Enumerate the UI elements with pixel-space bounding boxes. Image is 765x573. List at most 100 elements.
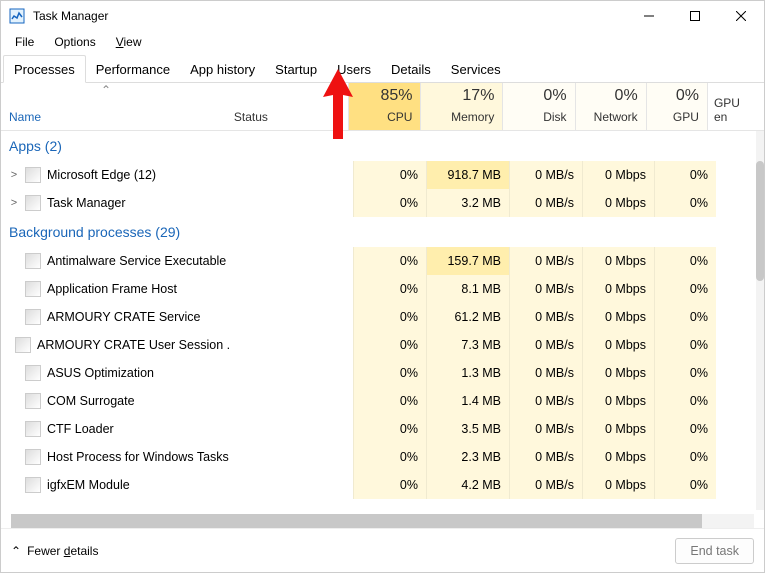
tab-processes[interactable]: Processes xyxy=(3,55,86,83)
tab-users[interactable]: Users xyxy=(327,56,381,82)
column-disk[interactable]: 0% Disk xyxy=(502,83,574,130)
group-background[interactable]: Background processes (29) xyxy=(1,217,754,247)
tab-services[interactable]: Services xyxy=(441,56,511,82)
cell-name: CTF Loader xyxy=(1,421,231,437)
cell-name: > Task Manager xyxy=(1,195,231,211)
cell-gpu: 0% xyxy=(654,471,716,499)
cell-disk: 0 MB/s xyxy=(509,247,582,275)
cell-name: igfxEM Module xyxy=(1,477,231,493)
cell-disk: 0 MB/s xyxy=(509,303,582,331)
cell-name: ARMOURY CRATE User Session ... xyxy=(1,337,231,353)
cell-cpu: 0% xyxy=(353,303,426,331)
task-manager-window: Task Manager File Options View Processes… xyxy=(0,0,765,573)
expand-icon[interactable]: > xyxy=(9,197,19,209)
cpu-usage-pct: 85% xyxy=(380,87,412,105)
tab-startup[interactable]: Startup xyxy=(265,56,327,82)
cpu-label: CPU xyxy=(387,110,412,124)
cell-gpu: 0% xyxy=(654,415,716,443)
network-label: Network xyxy=(594,110,638,124)
cell-memory: 918.7 MB xyxy=(426,161,509,189)
gpu-label: GPU xyxy=(673,110,699,124)
memory-label: Memory xyxy=(451,110,494,124)
cell-memory: 2.3 MB xyxy=(426,443,509,471)
cell-network: 0 Mbps xyxy=(582,443,654,471)
column-status[interactable]: Status xyxy=(228,83,348,130)
cell-cpu: 0% xyxy=(353,471,426,499)
end-task-button[interactable]: End task xyxy=(675,538,754,564)
process-row[interactable]: ARMOURY CRATE Service 0% 61.2 MB 0 MB/s … xyxy=(1,303,754,331)
menu-file[interactable]: File xyxy=(7,33,42,51)
process-row[interactable]: Host Process for Windows Tasks 0% 2.3 MB… xyxy=(1,443,754,471)
horizontal-scrollbar[interactable] xyxy=(11,514,754,528)
maximize-button[interactable] xyxy=(672,1,718,31)
column-gpu[interactable]: 0% GPU xyxy=(646,83,707,130)
process-row[interactable]: ASUS Optimization 0% 1.3 MB 0 MB/s 0 Mbp… xyxy=(1,359,754,387)
memory-usage-pct: 17% xyxy=(462,87,494,105)
process-row[interactable]: igfxEM Module 0% 4.2 MB 0 MB/s 0 Mbps 0% xyxy=(1,471,754,499)
process-icon xyxy=(25,421,41,437)
tab-performance[interactable]: Performance xyxy=(86,56,180,82)
process-row[interactable]: > Task Manager 0% 3.2 MB 0 MB/s 0 Mbps 0… xyxy=(1,189,754,217)
title-bar[interactable]: Task Manager xyxy=(1,1,764,31)
process-row[interactable]: Antimalware Service Executable 0% 159.7 … xyxy=(1,247,754,275)
process-row[interactable]: COM Surrogate 0% 1.4 MB 0 MB/s 0 Mbps 0% xyxy=(1,387,754,415)
menu-options[interactable]: Options xyxy=(46,33,103,51)
vertical-scroll-thumb[interactable] xyxy=(756,161,764,281)
column-cpu[interactable]: 85% CPU xyxy=(348,83,420,130)
cell-name: ARMOURY CRATE Service xyxy=(1,309,231,325)
column-gpu-engine[interactable]: GPU en xyxy=(707,83,764,130)
vertical-scrollbar[interactable] xyxy=(756,131,764,510)
network-usage-pct: 0% xyxy=(615,87,638,105)
cell-cpu: 0% xyxy=(353,387,426,415)
process-icon xyxy=(25,365,41,381)
process-name: ARMOURY CRATE User Session ... xyxy=(37,338,231,352)
cell-cpu: 0% xyxy=(353,247,426,275)
process-icon xyxy=(25,449,41,465)
menu-view[interactable]: View xyxy=(108,33,150,51)
cell-network: 0 Mbps xyxy=(582,161,654,189)
process-row[interactable]: CTF Loader 0% 3.5 MB 0 MB/s 0 Mbps 0% xyxy=(1,415,754,443)
process-row[interactable]: Application Frame Host 0% 8.1 MB 0 MB/s … xyxy=(1,275,754,303)
tab-details[interactable]: Details xyxy=(381,56,441,82)
fewer-details-toggle[interactable]: ⌃ Fewer details xyxy=(11,544,98,558)
process-name: ASUS Optimization xyxy=(47,366,154,380)
cell-gpu: 0% xyxy=(654,161,716,189)
cell-network: 0 Mbps xyxy=(582,189,654,217)
cell-cpu: 0% xyxy=(353,415,426,443)
minimize-button[interactable] xyxy=(626,1,672,31)
app-icon xyxy=(9,8,25,24)
expand-icon[interactable]: > xyxy=(9,169,19,181)
cell-cpu: 0% xyxy=(353,359,426,387)
process-row[interactable]: > Microsoft Edge (12) 0% 918.7 MB 0 MB/s… xyxy=(1,161,754,189)
group-apps-label: Apps (2) xyxy=(9,138,62,154)
tab-bar: Processes Performance App history Startu… xyxy=(1,53,764,83)
cell-name: ASUS Optimization xyxy=(1,365,231,381)
cell-disk: 0 MB/s xyxy=(509,387,582,415)
gpu-engine-label: GPU en xyxy=(714,96,756,124)
window-title: Task Manager xyxy=(33,9,108,23)
cell-gpu: 0% xyxy=(654,331,716,359)
cell-network: 0 Mbps xyxy=(582,359,654,387)
cell-disk: 0 MB/s xyxy=(509,359,582,387)
process-icon xyxy=(25,253,41,269)
cell-gpu: 0% xyxy=(654,247,716,275)
cell-memory: 159.7 MB xyxy=(426,247,509,275)
column-memory[interactable]: 17% Memory xyxy=(420,83,502,130)
tab-app-history[interactable]: App history xyxy=(180,56,265,82)
column-network[interactable]: 0% Network xyxy=(575,83,646,130)
cell-network: 0 Mbps xyxy=(582,303,654,331)
cell-network: 0 Mbps xyxy=(582,331,654,359)
column-name[interactable]: Name xyxy=(1,83,228,130)
cell-gpu: 0% xyxy=(654,359,716,387)
group-apps[interactable]: Apps (2) xyxy=(1,131,754,161)
close-button[interactable] xyxy=(718,1,764,31)
process-icon xyxy=(25,167,41,183)
process-name: Task Manager xyxy=(47,196,126,210)
process-name: Application Frame Host xyxy=(47,282,177,296)
horizontal-scroll-thumb[interactable] xyxy=(11,514,702,528)
group-background-label: Background processes (29) xyxy=(9,224,180,240)
cell-gpu: 0% xyxy=(654,387,716,415)
disk-usage-pct: 0% xyxy=(543,87,566,105)
process-row[interactable]: ARMOURY CRATE User Session ... 0% 7.3 MB… xyxy=(1,331,754,359)
chevron-up-icon: ⌃ xyxy=(11,544,21,558)
